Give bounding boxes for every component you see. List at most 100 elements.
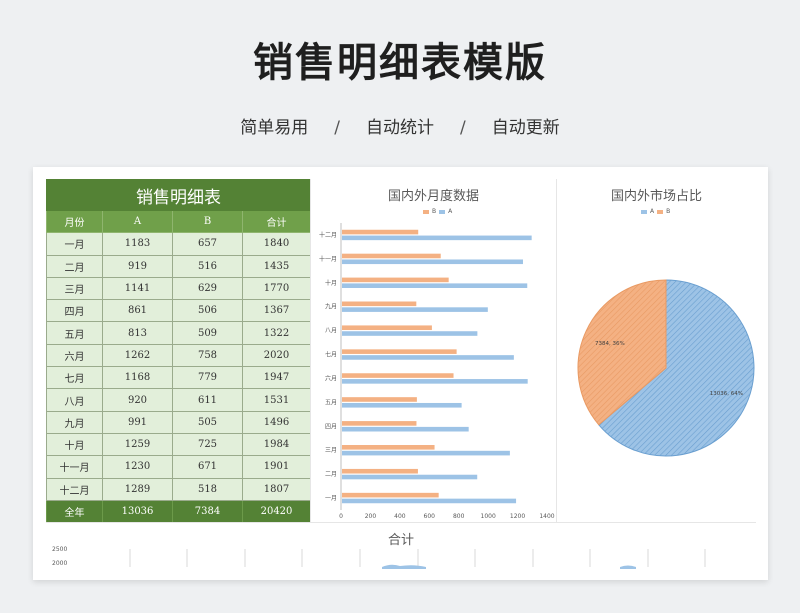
table-cell: 516 (172, 254, 243, 278)
bar-b (342, 492, 439, 498)
x-tick-label: 400 (394, 513, 406, 520)
bar-b (342, 349, 457, 354)
feature-auto-update: 自动更新 (491, 118, 560, 138)
table-cell: 1984 (242, 432, 311, 457)
y-tick-label: 八月 (325, 328, 337, 335)
table-total-row: 全年 13036 7384 20420 (46, 499, 311, 524)
table-row: 十二月 1289 518 1807 (46, 477, 311, 501)
bar-a (342, 355, 514, 360)
line-chart-area (382, 564, 426, 569)
y-tick-label: 二月 (325, 471, 337, 478)
total-line-chart-panel: 合计 2500 2000 (46, 522, 756, 580)
y-tick-label: 七月 (325, 351, 337, 359)
table-cell: 1807 (242, 477, 311, 501)
table-cell: 813 (102, 321, 173, 345)
bar-a (342, 379, 528, 384)
table-cell: 2020 (242, 343, 311, 368)
table-cell: 1435 (242, 254, 311, 278)
bar-b (342, 253, 441, 259)
bar-chart: 0 200 400 600 800 1000 1200 1400 一月 二月 三月 四月 五月 六月 七月 八… (319, 223, 555, 520)
bar-b (342, 301, 417, 307)
bar-b (342, 397, 417, 402)
x-tick-label: 1400 (539, 513, 554, 520)
x-tick-label: 1200 (510, 513, 525, 520)
bar-a (342, 426, 469, 432)
table-cell: 920 (102, 388, 173, 412)
table-cell: 十二月 (46, 477, 103, 501)
table-cell: 1322 (242, 321, 311, 345)
pie-data-label: 13036, 64% (710, 391, 743, 397)
feature-list: 简单易用 / 自动统计 / 自动更新 (0, 113, 800, 138)
bar-a (342, 474, 478, 480)
table-body: 一月 1183 657 1840 二月 919 516 1435 三月 1141 629 1770 四月… (46, 232, 311, 501)
feature-separator: / (334, 118, 340, 138)
bar-b (342, 421, 417, 426)
table-row: 二月 919 516 1435 (46, 254, 311, 278)
table-row: 十月 1259 725 1984 (46, 432, 311, 457)
table-row: 三月 1141 629 1770 (46, 276, 311, 301)
table-cell: 1840 (242, 232, 311, 256)
y-tick-label: 五月 (325, 399, 337, 406)
bar-chart-panel: 国内外月度数据 B A 0 200 400 600 800 1000 1200 1400 一月二… (310, 179, 556, 522)
table-cell: 758 (172, 343, 243, 368)
bar-a (342, 331, 478, 336)
bar-a (342, 307, 488, 312)
feature-easy: 简单易用 (240, 118, 309, 138)
table-cell: 二月 (46, 254, 103, 278)
x-tick-label: 0 (339, 513, 343, 520)
bar-b (342, 468, 418, 474)
table-cell: 五月 (46, 321, 103, 345)
table-cell: 一月 (46, 232, 103, 256)
table-cell: 509 (172, 321, 243, 345)
table-row: 十一月 1230 671 1901 (46, 455, 311, 479)
feature-separator: / (460, 118, 466, 138)
pie-chart-panel: 国内外市场占比 A B 13036, 64% 7384, 36% (556, 179, 756, 522)
table-cell: 1531 (242, 388, 311, 412)
table-cell: 13036 (102, 499, 173, 524)
table-cell: 1901 (242, 455, 311, 479)
table-cell: 505 (172, 410, 243, 434)
x-tick-label: 800 (453, 513, 465, 520)
table-cell: 20420 (242, 499, 311, 524)
sales-table: 销售明细表 月份 A B 合计 一月 1183 657 1840 二月 919 516 143… (46, 179, 311, 524)
spreadsheet-preview: 销售明细表 月份 A B 合计 一月 1183 657 1840 二月 919 516 143… (33, 167, 768, 580)
x-tick-label: 200 (365, 513, 377, 520)
table-row: 七月 1168 779 1947 (46, 366, 311, 390)
table-cell: 十一月 (46, 455, 103, 479)
table-cell: 1947 (242, 366, 311, 390)
y-tick-label: 三月 (325, 447, 337, 454)
y-tick-label: 四月 (325, 423, 337, 430)
y-tick-label: 2000 (52, 560, 67, 567)
x-tick-label: 1000 (481, 513, 496, 520)
y-tick-label: 十二月 (319, 231, 337, 239)
table-cell: 1183 (102, 232, 173, 256)
line-chart: 2500 2000 (52, 546, 706, 569)
table-cell: 725 (172, 432, 243, 457)
bar-b (342, 229, 419, 235)
table-cell: 1496 (242, 410, 311, 434)
table-cell: 861 (102, 299, 173, 323)
y-tick-label: 六月 (325, 374, 337, 382)
y-tick-label: 十一月 (319, 255, 337, 263)
table-cell: 1770 (242, 276, 311, 301)
table-cell: 1230 (102, 455, 173, 479)
bar-a (342, 450, 510, 456)
table-cell: 1262 (102, 343, 173, 368)
bar-b (342, 277, 449, 283)
pie-data-label: 7384, 36% (595, 341, 625, 347)
col-header-b: B (172, 209, 243, 234)
bar-a (342, 498, 517, 504)
bar-a (342, 402, 462, 408)
line-chart-area (620, 565, 636, 569)
table-cell: 518 (172, 477, 243, 501)
table-cell: 七月 (46, 366, 103, 390)
bar-b (342, 325, 432, 331)
table-cell: 1168 (102, 366, 173, 390)
y-tick-label: 一月 (325, 495, 337, 502)
table-row: 八月 920 611 1531 (46, 388, 311, 412)
table-row: 四月 861 506 1367 (46, 299, 311, 323)
table-cell: 六月 (46, 343, 103, 368)
bar-b (342, 445, 435, 450)
table-cell: 三月 (46, 276, 103, 301)
feature-auto-stats: 自动统计 (366, 118, 434, 138)
